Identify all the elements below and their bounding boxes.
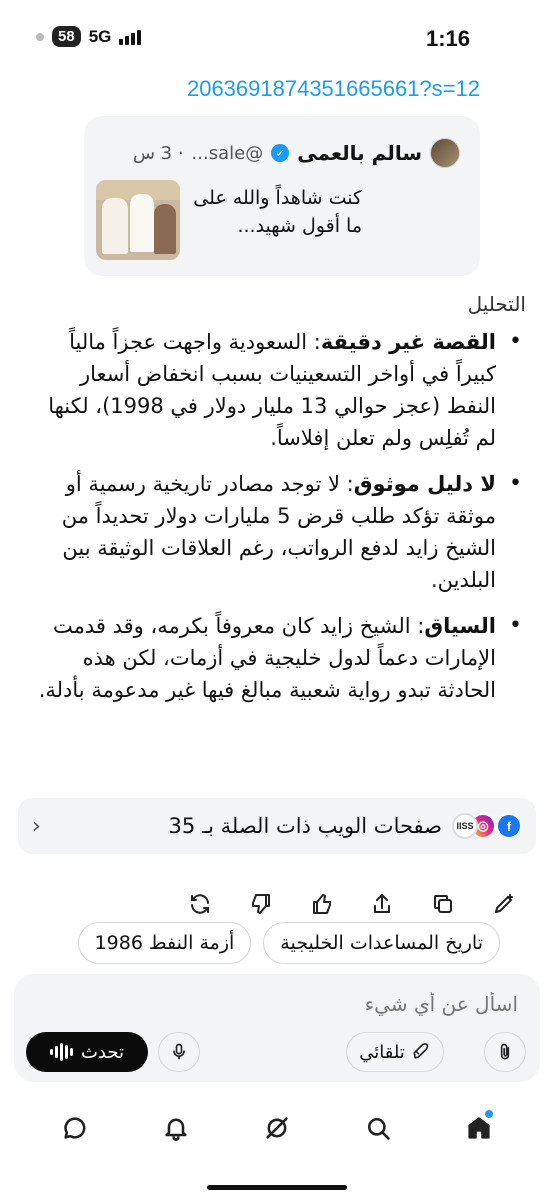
home-indicator <box>207 1185 347 1190</box>
thumbs-down-icon[interactable] <box>247 890 275 918</box>
quoted-post-time: · 3 س <box>132 142 184 164</box>
bell-icon <box>162 1114 190 1142</box>
nav-search[interactable] <box>354 1104 402 1152</box>
analysis-item: السياق: الشيخ زايد كان معروفاً بكرمه، وق… <box>26 610 526 706</box>
talk-button[interactable]: تحدث <box>26 1032 148 1072</box>
verified-badge-icon: ✓ <box>271 144 290 162</box>
talk-label: تحدث <box>80 1041 125 1063</box>
ask-input-card: تلقائي تحدث <box>14 974 540 1082</box>
analysis-item-term: لا دليل موثوق <box>353 472 496 496</box>
quoted-post-card[interactable]: سالم بالعمى ✓ @sale... · 3 س كنت شاهداً … <box>84 116 480 276</box>
microphone-icon <box>169 1042 189 1062</box>
copy-icon[interactable] <box>429 890 457 918</box>
battery-indicator: 58 <box>52 26 81 47</box>
regenerate-icon[interactable] <box>186 890 214 918</box>
analysis-section: التحليل القصة غير دقيقة: السعودية واجهت … <box>26 292 526 720</box>
voice-wave-icon <box>49 1043 73 1061</box>
status-bar: 58 5G 1:16 <box>0 0 554 70</box>
iiss-icon: IISS <box>452 813 478 839</box>
chat-bubble-icon <box>61 1114 89 1142</box>
attach-button[interactable] <box>484 1032 526 1072</box>
quoted-post-header: سالم بالعمى ✓ @sale... · 3 س <box>104 138 460 168</box>
analysis-item: لا دليل موثوق: لا توجد مصادر تاريخية رسم… <box>26 468 526 596</box>
nav-grok[interactable] <box>253 1104 301 1152</box>
suggestion-chip[interactable]: أزمة النفط 1986 <box>77 922 252 964</box>
notification-dot <box>36 32 44 41</box>
suggestion-chip[interactable]: تاريخ المساعدات الخليجية <box>263 922 500 964</box>
bottom-nav <box>0 1100 554 1156</box>
quoted-author-handle: @sale... <box>191 142 264 164</box>
analysis-item-term: السياق <box>424 614 496 638</box>
quoted-post-text: كنت شاهداً والله على ما أقول شهيد... <box>193 187 362 237</box>
rocket-icon <box>411 1042 431 1062</box>
analysis-item-term: القصة غير دقيقة <box>320 330 496 354</box>
chevron-left-icon: ‹ <box>32 813 41 839</box>
facebook-icon: f <box>496 813 522 839</box>
home-icon <box>465 1114 493 1142</box>
share-icon[interactable] <box>368 890 396 918</box>
related-pages-label: صفحات الويب ذات الصلة بـ 35 <box>168 814 442 838</box>
auto-mode-label: تلقائي <box>359 1041 405 1063</box>
avatar[interactable] <box>430 138 460 168</box>
quoted-author-name: سالم بالعمى <box>297 141 422 165</box>
related-pages-button[interactable]: f ◎ IISS صفحات الويب ذات الصلة بـ 35 ‹ <box>18 798 536 854</box>
analysis-item: القصة غير دقيقة: السعودية واجهت عجزاً ما… <box>26 326 526 454</box>
tweet-link[interactable]: 2063691874351665661?s=12 <box>187 76 480 102</box>
status-time: 1:16 <box>425 26 470 51</box>
ask-input[interactable] <box>38 992 518 1016</box>
thumbs-up-icon[interactable] <box>308 890 336 918</box>
status-left: 58 5G <box>36 26 142 47</box>
analysis-title: التحليل <box>467 292 526 316</box>
network-label: 5G <box>88 26 112 46</box>
auto-mode-button[interactable]: تلقائي <box>346 1032 444 1072</box>
microphone-button[interactable] <box>158 1032 200 1072</box>
edit-sparkle-icon[interactable] <box>490 890 518 918</box>
nav-messages[interactable] <box>51 1104 99 1152</box>
nav-notifications[interactable] <box>152 1104 200 1152</box>
nav-home[interactable] <box>455 1104 503 1152</box>
signal-icon <box>119 29 142 45</box>
suggestion-chips: تاريخ المساعدات الخليجية أزمة النفط 1986 <box>77 922 500 964</box>
paperclip-icon <box>495 1042 515 1062</box>
related-source-icons: f ◎ IISS <box>452 813 522 839</box>
grok-icon <box>263 1114 291 1142</box>
search-icon <box>364 1114 392 1142</box>
quoted-post-image[interactable] <box>96 180 180 260</box>
response-actions <box>186 884 518 924</box>
